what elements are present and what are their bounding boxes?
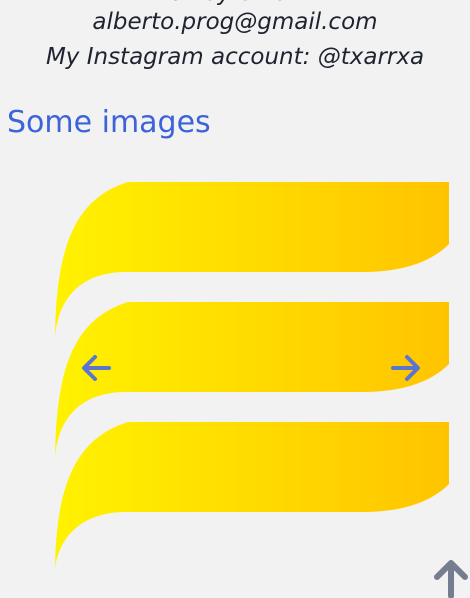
scroll-to-top-button[interactable] — [431, 556, 470, 598]
arrow-up-icon — [434, 560, 468, 598]
arrow-right-icon — [391, 355, 420, 381]
next-image-button[interactable] — [389, 351, 423, 385]
yellow-stripe-bottom — [55, 422, 449, 570]
instagram-account: My Instagram account: @txarrxa — [45, 44, 425, 70]
portfolio-page: Or by email alberto.prog@gmail.com My In… — [0, 0, 470, 598]
email-address: alberto.prog@gmail.com — [92, 9, 378, 35]
image-carousel — [0, 170, 470, 580]
arrow-left-icon — [82, 355, 111, 381]
section-title: Some images — [7, 105, 211, 140]
previous-image-button[interactable] — [79, 351, 113, 385]
